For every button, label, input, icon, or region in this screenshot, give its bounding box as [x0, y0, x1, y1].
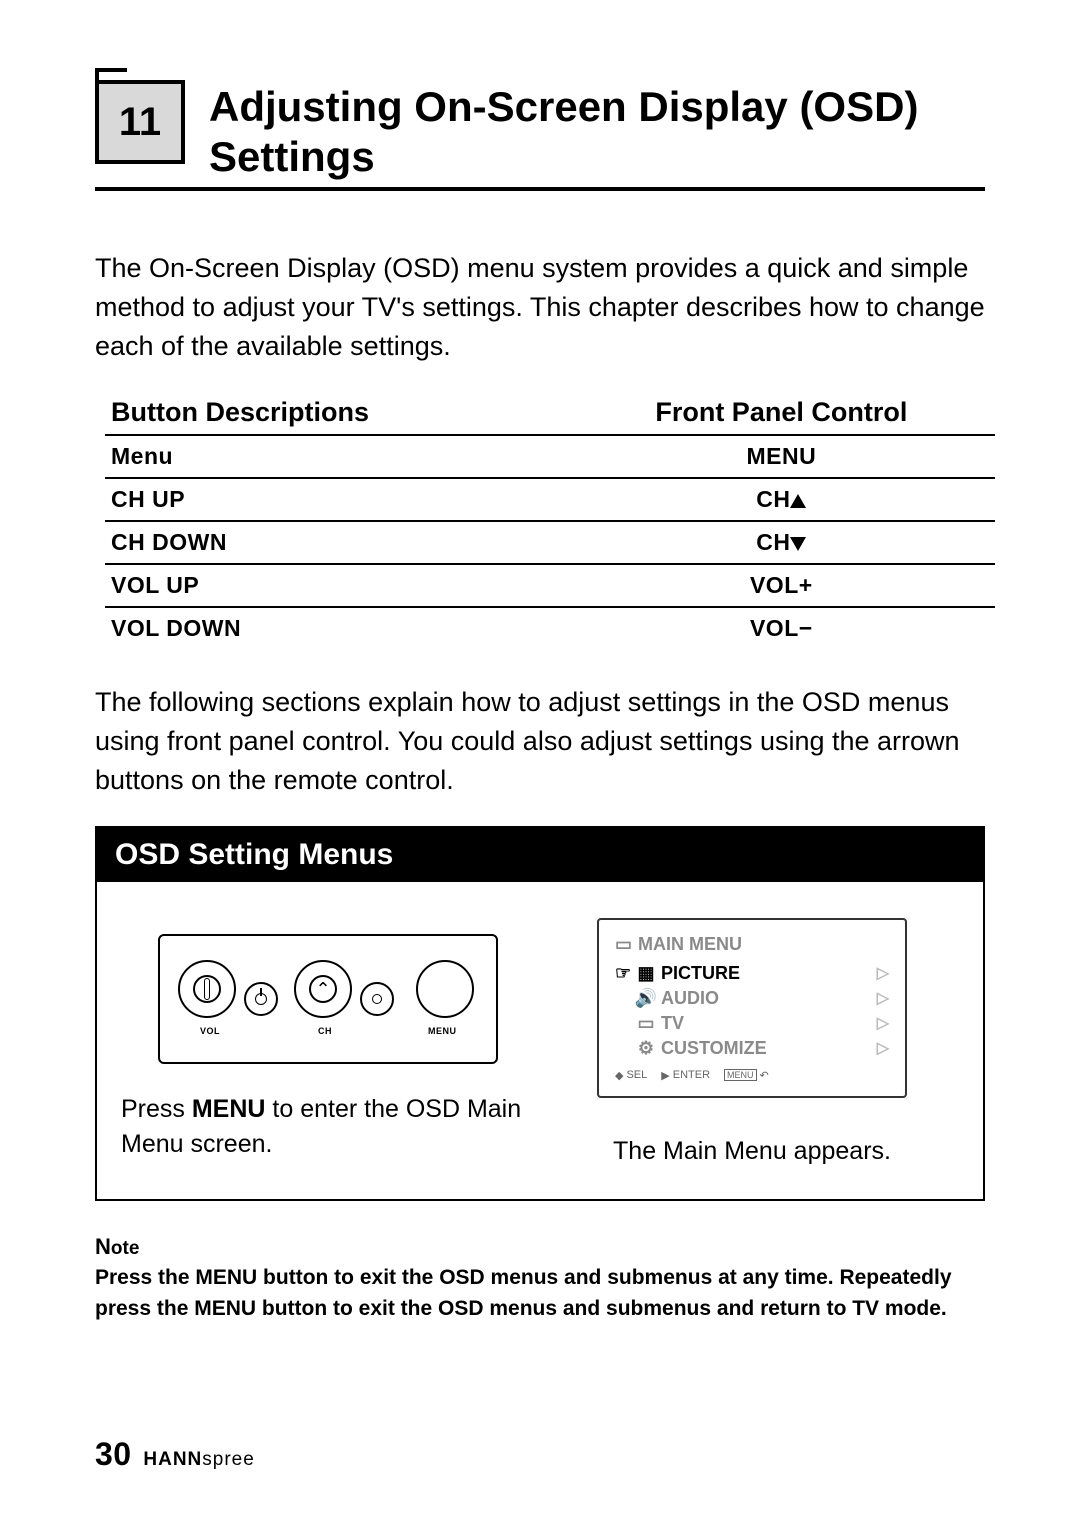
- cell-desc: VOL DOWN: [105, 607, 514, 649]
- cell-ctrl: CH: [514, 478, 995, 521]
- cell-ctrl: VOL−: [514, 607, 995, 649]
- menu-dial-icon: [416, 960, 474, 1018]
- vol-dial-icon: [178, 960, 236, 1018]
- osd-screen-illustration: ▭ MAIN MENU ☞ ▦ PICTURE ▷ 🔊 AUDIO ▷: [597, 918, 907, 1098]
- chevron-right-icon: ▷: [877, 963, 889, 983]
- cell-desc: CH UP: [105, 478, 514, 521]
- page-number: 30: [95, 1436, 132, 1472]
- table-header-control: Front Panel Control: [514, 393, 995, 435]
- cell-desc: Menu: [105, 435, 514, 478]
- menu-item-picture: ☞ ▦ PICTURE ▷: [615, 961, 889, 986]
- enter-hint: ▶ENTER: [661, 1069, 710, 1082]
- brand-light: spree: [202, 1449, 255, 1470]
- intro-paragraph: The On-Screen Display (OSD) menu system …: [95, 249, 985, 366]
- screen-title-row: ▭ MAIN MENU: [615, 934, 889, 955]
- note-label: Note: [95, 1234, 139, 1259]
- table-row: CH UP CH: [105, 478, 995, 521]
- sel-hint: ◆SEL: [615, 1069, 647, 1082]
- arrow-down-icon: [790, 537, 806, 551]
- menu-hint: MENU↶: [724, 1069, 769, 1082]
- menu-item-customize: ⚙ CUSTOMIZE ▷: [615, 1036, 889, 1061]
- picture-icon: ▦: [637, 963, 655, 984]
- osd-panel-header: OSD Setting Menus: [97, 828, 983, 882]
- vol-label: VOL: [200, 1026, 220, 1036]
- chapter-number-box: 11: [95, 80, 185, 164]
- tv-icon: ▭: [637, 1013, 655, 1034]
- table-row: Menu MENU: [105, 435, 995, 478]
- menu-label: MENU: [428, 1026, 457, 1036]
- note-block: Note Press the MENU button to exit the O…: [95, 1231, 985, 1324]
- mid-paragraph: The following sections explain how to ad…: [95, 683, 985, 800]
- screen-title: MAIN MENU: [638, 934, 742, 955]
- table-row: VOL DOWN VOL−: [105, 607, 995, 649]
- power-dial-icon: [244, 982, 278, 1016]
- arrow-up-icon: [790, 494, 806, 508]
- ch-label: CH: [318, 1026, 332, 1036]
- screen-icon: ▭: [615, 934, 632, 955]
- page-footer: 30 HANNspree: [95, 1436, 255, 1473]
- play-icon: ▶: [661, 1069, 669, 1082]
- cell-ctrl: VOL+: [514, 564, 995, 607]
- menu-item-tv: ▭ TV ▷: [615, 1011, 889, 1036]
- cell-ctrl: MENU: [514, 435, 995, 478]
- chevron-right-icon: ▷: [877, 1013, 889, 1033]
- front-panel-illustration: ⌃ VOL CH MENU: [158, 934, 498, 1064]
- note-text: Press the MENU button to exit the OSD me…: [95, 1266, 952, 1319]
- audio-icon: 🔊: [637, 988, 655, 1009]
- chevron-right-icon: ▷: [877, 988, 889, 1008]
- back-icon: ↶: [760, 1069, 769, 1082]
- chevron-right-icon: ▷: [877, 1038, 889, 1058]
- cell-ctrl: CH: [514, 521, 995, 564]
- button-descriptions-table: Button Descriptions Front Panel Control …: [105, 393, 995, 649]
- chapter-title: Adjusting On-Screen Display (OSD) Settin…: [209, 80, 985, 181]
- osd-right-column: ▭ MAIN MENU ☞ ▦ PICTURE ▷ 🔊 AUDIO ▷: [545, 918, 959, 1169]
- chapter-number: 11: [119, 100, 161, 145]
- table-header-descriptions: Button Descriptions: [105, 393, 514, 435]
- customize-icon: ⚙: [637, 1038, 655, 1059]
- brand-bold: HANN: [143, 1449, 202, 1470]
- chapter-header: 11 Adjusting On-Screen Display (OSD) Set…: [95, 80, 985, 191]
- aux-dial-icon: [360, 982, 394, 1016]
- cell-desc: CH DOWN: [105, 521, 514, 564]
- cell-desc: VOL UP: [105, 564, 514, 607]
- osd-setting-panel: OSD Setting Menus ⌃: [95, 826, 985, 1201]
- pointer-icon: ☞: [615, 963, 631, 984]
- table-row: CH DOWN CH: [105, 521, 995, 564]
- table-row: VOL UP VOL+: [105, 564, 995, 607]
- screen-footer: ◆SEL ▶ENTER MENU↶: [615, 1069, 889, 1082]
- menu-item-audio: 🔊 AUDIO ▷: [615, 986, 889, 1011]
- ch-dial-icon: ⌃: [294, 960, 352, 1018]
- right-caption: The Main Menu appears.: [545, 1134, 959, 1169]
- updown-icon: ◆: [615, 1069, 623, 1082]
- left-caption: Press MENU to enter the OSD Main Menu sc…: [121, 1092, 535, 1162]
- osd-left-column: ⌃ VOL CH MENU Press MENU to enter the OS…: [121, 918, 535, 1169]
